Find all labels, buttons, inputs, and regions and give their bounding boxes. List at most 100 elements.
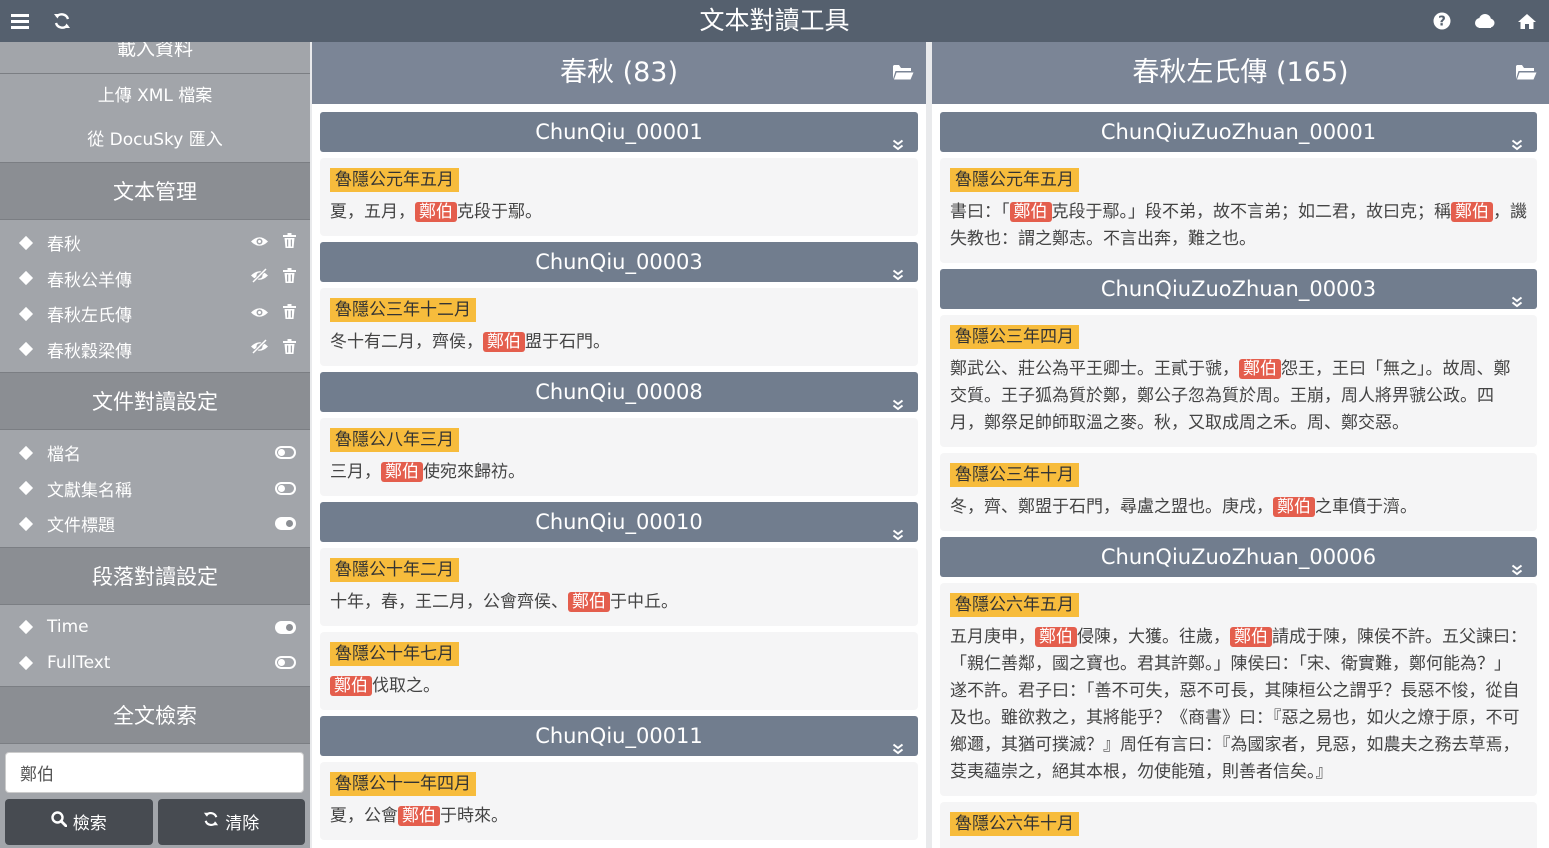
paragraph-block: 魯隱公六年五月 五月庚申， 鄭伯 侵陳，大獲。往歲， 鄭伯 請成于陳，陳侯不許。五父諫曰：… [940, 583, 1537, 796]
highlight-term: 鄭伯 [330, 676, 372, 696]
chevron-down-icon[interactable] [1511, 124, 1523, 164]
eye-slash-icon[interactable] [250, 267, 269, 288]
question-circle-icon[interactable]: ? [1426, 0, 1458, 42]
app-title: 文本對讀工具 [699, 6, 850, 35]
document-name: ChunQiu_00011 [535, 724, 703, 748]
paragraph-block: 魯隱公三年十二月 冬十有二月，齊侯， 鄭伯 盟于石門。 [320, 288, 918, 366]
highlight-term: 鄭伯 [483, 332, 525, 352]
toggle-on-icon[interactable] [275, 620, 296, 634]
chevron-down-icon[interactable] [892, 124, 904, 164]
para-settings-header[interactable]: 段落對讀設定 [0, 546, 310, 605]
chevron-down-icon[interactable] [1511, 281, 1523, 321]
chevron-down-icon[interactable] [1511, 549, 1523, 589]
text-item[interactable]: 春秋穀梁傳 [0, 332, 310, 368]
search-input[interactable] [5, 751, 304, 793]
folder-open-icon[interactable] [1515, 63, 1537, 85]
doc-setting-label: 文獻集名稱 [47, 480, 132, 501]
refresh-icon [203, 811, 219, 832]
toggle-off-icon[interactable] [275, 446, 296, 459]
paragraph-block: 魯隱公元年五月 書曰：「 鄭伯 克段于鄢。」段不弟，故不言弟；如二君，故曰克；稱 鄭伯，… [940, 158, 1537, 263]
document-header[interactable]: ChunQiuZuoZhuan_00001 [940, 112, 1537, 152]
text-management-header[interactable]: 文本管理 [0, 162, 310, 220]
paragraph-block: 魯隱公十年二月 十年，春，王二月，公會齊侯、 鄭伯 于中丘。 [320, 548, 918, 626]
document-name: ChunQiu_00008 [535, 380, 703, 404]
document-header[interactable]: ChunQiu_00003 [320, 242, 918, 282]
document-name: ChunQiu_00001 [535, 120, 703, 144]
paragraph-time: 魯隱公元年五月 [330, 168, 459, 192]
doc-setting-item[interactable]: 檔名 [0, 435, 310, 471]
load-data-header: 載入資料 [0, 42, 310, 74]
paragraph-block: 魯隱公十一年四月夏，公會 鄭伯 于時來。 [320, 762, 918, 840]
eye-icon[interactable] [250, 233, 269, 253]
diamond-icon [18, 235, 34, 250]
text-item-label: 春秋公羊傳 [47, 270, 132, 291]
para-setting-item[interactable]: FullText [0, 645, 310, 681]
clear-button[interactable]: 清除 [157, 798, 305, 845]
document-header[interactable]: ChunQiu_00001 [320, 112, 918, 152]
text-item[interactable]: 春秋公羊傳 [0, 261, 310, 297]
text-item-label: 春秋穀梁傳 [47, 341, 132, 362]
paragraph-block: 魯隱公六年十月 [940, 802, 1537, 848]
search-icon [51, 811, 68, 832]
chevron-down-icon[interactable] [892, 728, 904, 768]
para-setting-label: Time [47, 617, 89, 638]
diamond-icon [18, 481, 34, 496]
chevron-down-icon[interactable] [892, 254, 904, 294]
left-pane-title: 春秋 (83) [559, 57, 678, 88]
paragraph-time: 魯隱公十一年四月 [330, 772, 476, 796]
diamond-icon [18, 445, 34, 460]
home-icon[interactable] [1511, 0, 1543, 42]
highlight-term: 鄭伯 [1451, 202, 1493, 222]
document-header[interactable]: ChunQiu_00010 [320, 502, 918, 542]
left-pane: 春秋 (83) ChunQiu_00001 魯隱公元年五月 夏，五月， 鄭伯 克段于鄢。… [312, 42, 926, 848]
chevron-down-icon[interactable] [892, 384, 904, 424]
left-pane-body: ChunQiu_00001 魯隱公元年五月 夏，五月， 鄭伯 克段于鄢。 ChunQiu_… [312, 104, 926, 848]
paragraph-time: 魯隱公三年十二月 [330, 298, 476, 322]
trash-icon[interactable] [283, 303, 296, 324]
toggle-on-icon[interactable] [275, 517, 296, 530]
highlight-term: 鄭伯 [568, 592, 610, 612]
upload-xml-button[interactable]: 上傳 XML 檔案 [0, 74, 310, 118]
search-button[interactable]: 檢索 [5, 798, 153, 845]
paragraph-time: 魯隱公十年二月 [330, 558, 459, 582]
diamond-icon [18, 342, 34, 357]
diamond-icon [18, 620, 34, 635]
bars-icon[interactable] [4, 0, 36, 42]
chevron-down-icon[interactable] [892, 514, 904, 554]
paragraph-text: 書曰：「 鄭伯 克段于鄢。」段不弟，故不言弟；如二君，故曰克；稱 鄭伯 ，譏失教也：謂之… [950, 202, 1527, 249]
doc-setting-item[interactable]: 文獻集名稱 [0, 471, 310, 507]
trash-icon[interactable] [283, 232, 296, 253]
doc-setting-item[interactable]: 文件標題 [0, 506, 310, 542]
paragraph-time: 魯隱公三年四月 [950, 325, 1079, 349]
refresh-icon[interactable] [46, 0, 78, 42]
cloud-icon[interactable] [1468, 0, 1500, 42]
document-header[interactable]: ChunQiuZuoZhuan_00006 [940, 537, 1537, 577]
trash-icon[interactable] [283, 268, 296, 288]
text-item[interactable]: 春秋 [0, 225, 310, 261]
toggle-off-icon[interactable] [275, 481, 296, 495]
text-item[interactable]: 春秋左氏傳 [0, 296, 310, 332]
doc-settings-header[interactable]: 文件對讀設定 [0, 372, 310, 430]
load-data-label: 載入資料 [116, 42, 193, 60]
highlight-term: 鄭伯 [415, 202, 457, 222]
document-header[interactable]: ChunQiu_00011 [320, 716, 918, 756]
folder-open-icon[interactable] [892, 63, 914, 85]
clear-button-label: 清除 [225, 814, 260, 834]
import-docusky-button[interactable]: 從 DocuSky 匯入 [0, 118, 310, 162]
para-setting-item[interactable]: Time [0, 610, 310, 646]
document-header[interactable]: ChunQiuZuoZhuan_00003 [940, 269, 1537, 309]
eye-icon[interactable] [250, 304, 269, 324]
paragraph-block: 魯隱公三年十月 冬，齊、鄭盟于石門，尋盧之盟也。庚戌， 鄭伯 之車僨于濟。 [940, 453, 1537, 531]
document-name: ChunQiuZuoZhuan_00001 [1100, 120, 1377, 144]
paragraph-block: 魯隱公三年四月 鄭武公、莊公為平王卿士。王貳于虢， 鄭伯 怨王，王曰「無之」。故周、鄭… [940, 315, 1537, 447]
fulltext-search-header[interactable]: 全文檢索 [0, 685, 310, 744]
eye-slash-icon[interactable] [250, 338, 269, 359]
doc-setting-label: 文件標題 [47, 516, 115, 537]
toggle-off-icon[interactable] [275, 656, 296, 669]
document-name: ChunQiu_00003 [535, 250, 703, 274]
highlight-term: 鄭伯 [398, 806, 440, 826]
trash-icon[interactable] [283, 339, 296, 359]
document-header[interactable]: ChunQiu_00008 [320, 372, 918, 412]
paragraph-text: 夏，公會 鄭伯 于時來。 [330, 806, 508, 826]
highlight-term: 鄭伯 [1035, 627, 1077, 647]
